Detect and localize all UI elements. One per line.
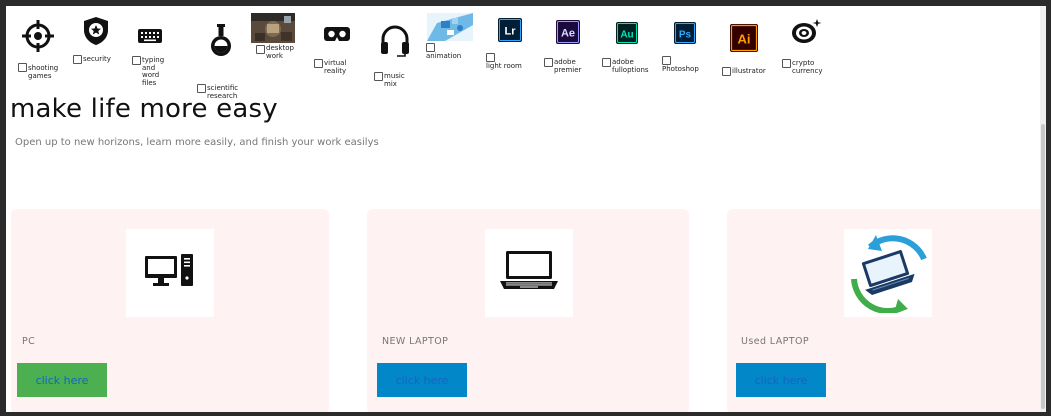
category-illustrator[interactable]: Ai illustrator: [722, 22, 770, 82]
category-label: illustrator: [732, 67, 766, 75]
category-label: Photoshop: [662, 65, 699, 73]
category-label: music mix: [384, 72, 405, 88]
category-checkbox[interactable]: [426, 43, 435, 52]
desktop-computer-icon: [145, 254, 195, 292]
category-checkbox[interactable]: [256, 45, 265, 54]
illustrator-badge: Ai: [738, 32, 751, 47]
used-laptop-click-here-button[interactable]: click here: [736, 363, 826, 397]
category-checkbox[interactable]: [662, 56, 671, 65]
category-label: adobe premier: [554, 58, 582, 74]
keyboard-icon: [138, 28, 162, 47]
crypto-icon: [790, 18, 822, 50]
page-title: make life more easy: [10, 94, 278, 124]
category-adobe-premier[interactable]: Ae adobe premier: [544, 20, 592, 80]
category-label: crypto currency: [792, 59, 823, 75]
product-card-new-laptop: NEW LAPTOP click here: [367, 209, 689, 412]
category-checkbox[interactable]: [544, 58, 553, 67]
page-subtitle: Open up to new horizons, learn more easi…: [15, 137, 379, 148]
category-label: typing and word files: [142, 56, 165, 87]
category-label: shooting games: [28, 64, 59, 80]
after-effects-badge: Ae: [561, 28, 575, 40]
headphones-icon: [380, 24, 410, 62]
pc-click-here-button[interactable]: click here: [17, 363, 107, 397]
category-adobe-fulloptions[interactable]: Au adobe fulloptions: [602, 20, 652, 80]
category-label: virtual reality: [324, 59, 347, 75]
product-name: NEW LAPTOP: [382, 336, 449, 347]
category-photoshop[interactable]: Ps Photoshop: [662, 20, 706, 80]
category-animation[interactable]: animation: [426, 13, 476, 73]
category-checkbox[interactable]: [722, 67, 731, 76]
vertical-scrollbar[interactable]: [1040, 6, 1046, 412]
category-checkbox[interactable]: [73, 55, 82, 64]
flask-icon: [209, 22, 233, 62]
laptop-icon: [498, 251, 560, 295]
category-virtual-reality[interactable]: virtual reality: [308, 20, 358, 80]
category-music-mix[interactable]: music mix: [368, 22, 418, 92]
photoshop-badge: Ps: [679, 30, 692, 41]
illustrator-icon: Ai: [730, 24, 758, 56]
category-label: animation: [426, 52, 462, 60]
category-checkbox[interactable]: [782, 59, 791, 68]
after-effects-icon: Ae: [556, 20, 580, 48]
category-desktop-work[interactable]: desktop work: [250, 13, 302, 73]
category-scientific-research[interactable]: scientific research: [189, 20, 239, 99]
category-label: security: [83, 55, 111, 63]
category-checkbox[interactable]: [374, 72, 383, 81]
category-checkbox[interactable]: [314, 59, 323, 68]
scrollbar-thumb[interactable]: [1041, 124, 1045, 409]
product-card-pc: PC click here: [11, 209, 329, 412]
laptop-refresh-icon: [846, 229, 930, 317]
product-image: [844, 229, 932, 317]
animation-image-icon: [427, 13, 473, 45]
category-light-room[interactable]: Lr light room: [486, 16, 526, 76]
category-label: adobe fulloptions: [612, 58, 649, 74]
shield-star-icon: [82, 16, 110, 50]
category-checkbox[interactable]: [197, 84, 206, 93]
category-checkbox[interactable]: [602, 58, 611, 67]
vr-headset-icon: [324, 26, 350, 46]
crosshair-icon: [21, 19, 55, 57]
new-laptop-click-here-button[interactable]: click here: [377, 363, 467, 397]
category-checkbox[interactable]: [486, 53, 495, 62]
category-checkbox[interactable]: [18, 63, 27, 72]
product-image: [126, 229, 214, 317]
category-crypto-currency[interactable]: crypto currency: [780, 18, 826, 78]
category-shooting-games[interactable]: shooting games: [18, 16, 68, 86]
product-name: PC: [22, 336, 36, 347]
category-label: light room: [486, 62, 522, 70]
desktop-photo-icon: [251, 13, 295, 47]
lightroom-icon: Lr: [498, 18, 522, 46]
category-label: desktop work: [266, 44, 294, 60]
category-typing[interactable]: typing and word files: [130, 16, 175, 86]
page: shooting games security typing and word …: [6, 6, 1046, 412]
audition-icon: Au: [616, 22, 638, 48]
category-checkbox[interactable]: [132, 56, 141, 65]
lightroom-badge: Lr: [505, 26, 517, 38]
audition-badge: Au: [620, 30, 633, 41]
category-security[interactable]: security: [73, 16, 123, 76]
product-image: [485, 229, 573, 317]
product-card-used-laptop: Used LAPTOP click here: [727, 209, 1046, 412]
photoshop-icon: Ps: [674, 22, 696, 48]
product-name: Used LAPTOP: [741, 336, 809, 347]
